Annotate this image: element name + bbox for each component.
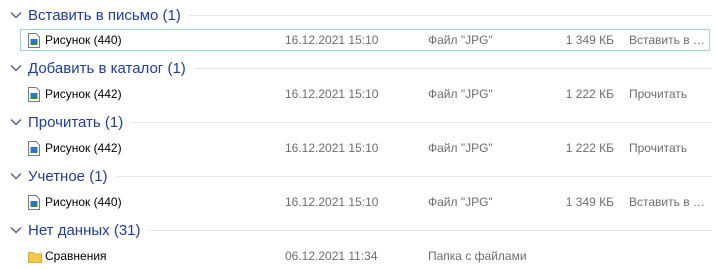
group-divider	[115, 175, 712, 177]
file-tags: Прочитать	[629, 87, 688, 101]
file-type: Файл "JPG"	[428, 141, 493, 155]
file-type: Файл "JPG"	[428, 195, 493, 209]
file-row[interactable]: Рисунок (442) 16.12.2021 15:10 Файл "JPG…	[20, 137, 710, 159]
jpg-file-icon	[28, 194, 40, 210]
file-type: Файл "JPG"	[428, 87, 493, 101]
group-header[interactable]: Вставить в письмо (1)	[0, 3, 716, 27]
file-size: 1 349 КБ	[565, 195, 614, 209]
group-title: Нет данных (31)	[28, 221, 141, 239]
folder-date: 06.12.2021 11:34	[285, 249, 378, 263]
file-name: Рисунок (442)	[45, 87, 122, 101]
chevron-down-icon[interactable]	[8, 3, 24, 27]
group-header[interactable]: Прочитать (1)	[0, 110, 716, 134]
chevron-down-icon[interactable]	[8, 164, 24, 188]
file-date: 16.12.2021 15:10	[285, 141, 379, 155]
file-size: 1 222 КБ	[565, 87, 614, 101]
folder-row[interactable]: Сравнения 06.12.2021 11:34 Папка с файла…	[20, 245, 710, 267]
file-tags: Вставить в письмо	[629, 195, 707, 209]
file-name: Рисунок (440)	[45, 33, 122, 47]
group-title: Вставить в письмо (1)	[28, 6, 181, 24]
group-divider	[193, 67, 712, 69]
group-divider	[148, 229, 712, 231]
file-size: 1 222 КБ	[565, 141, 614, 155]
file-date: 16.12.2021 15:10	[285, 33, 379, 47]
file-name: Рисунок (442)	[45, 141, 122, 155]
chevron-down-icon[interactable]	[8, 110, 24, 134]
file-type: Файл "JPG"	[428, 33, 493, 47]
chevron-down-icon[interactable]	[8, 56, 24, 80]
jpg-file-icon	[28, 32, 40, 48]
file-tags: Прочитать	[629, 141, 688, 155]
group-title: Учетное (1)	[28, 167, 108, 185]
file-row[interactable]: Рисунок (442) 16.12.2021 15:10 Файл "JPG…	[20, 83, 710, 105]
group-title: Прочитать (1)	[28, 113, 124, 131]
jpg-file-icon	[28, 86, 40, 102]
group-title: Добавить в каталог (1)	[28, 59, 186, 77]
group-divider	[131, 121, 712, 123]
file-name: Рисунок (440)	[45, 195, 122, 209]
file-date: 16.12.2021 15:10	[285, 195, 379, 209]
chevron-down-icon[interactable]	[8, 218, 24, 242]
group-header[interactable]: Нет данных (31)	[0, 218, 716, 242]
file-date: 16.12.2021 15:10	[285, 87, 379, 101]
group-divider	[188, 14, 712, 16]
folder-name: Сравнения	[45, 249, 107, 263]
file-row[interactable]: Рисунок (440) 16.12.2021 15:10 Файл "JPG…	[20, 191, 710, 213]
file-row[interactable]: Рисунок (440) 16.12.2021 15:10 Файл "JPG…	[20, 29, 710, 51]
folder-icon	[28, 249, 42, 264]
file-size: 1 349 КБ	[565, 33, 614, 47]
file-tags: Вставить в письмо	[629, 33, 707, 47]
folder-type: Папка с файлами	[428, 249, 527, 263]
jpg-file-icon	[28, 140, 40, 156]
group-header[interactable]: Добавить в каталог (1)	[0, 56, 716, 80]
group-header[interactable]: Учетное (1)	[0, 164, 716, 188]
